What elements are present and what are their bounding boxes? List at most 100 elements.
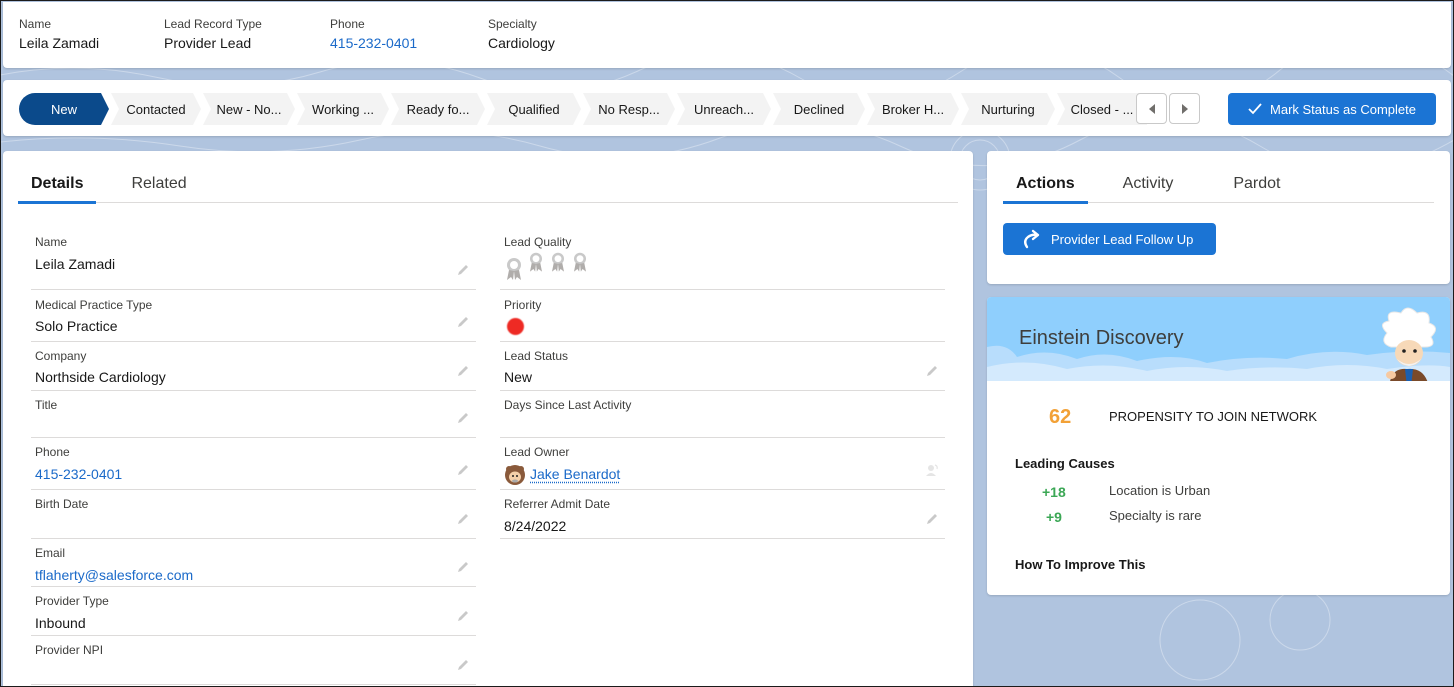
path-stages: New Contacted New - No... Working ... Re…: [19, 93, 1149, 125]
avatar: [505, 465, 525, 485]
pencil-edit-icon[interactable]: [456, 609, 470, 623]
pencil-edit-icon[interactable]: [456, 263, 470, 277]
path-stage-broker[interactable]: Broker H...: [867, 93, 959, 125]
field-value: Leila Zamadi: [35, 256, 116, 272]
path-stage-new[interactable]: New: [19, 93, 109, 125]
highlight-label: Name: [19, 17, 52, 31]
provider-lead-follow-up-button[interactable]: Provider Lead Follow Up: [1003, 223, 1216, 255]
highlight-value: Leila Zamadi: [19, 35, 100, 51]
pencil-edit-icon[interactable]: [456, 315, 470, 329]
einstein-mascot-icon: [1382, 307, 1436, 381]
mark-status-complete-button[interactable]: Mark Status as Complete: [1228, 93, 1436, 125]
field-name: Name Leila Zamadi: [31, 229, 476, 290]
einstein-discovery-panel: Einstein Discovery 62 PROPENSITY TO JOIN…: [987, 297, 1450, 595]
highlight-value: Cardiology: [488, 35, 555, 51]
pencil-edit-icon[interactable]: [456, 364, 470, 378]
path-stage-declined[interactable]: Declined: [773, 93, 865, 125]
field-value: Solo Practice: [35, 318, 118, 334]
pencil-edit-icon[interactable]: [456, 463, 470, 477]
tab-activity[interactable]: Activity: [1110, 165, 1187, 203]
cause-value: +18: [1042, 484, 1066, 500]
path-stage-unreachable[interactable]: Unreach...: [677, 93, 771, 125]
field-label: Provider NPI: [35, 643, 104, 657]
highlight-name: Name Leila Zamadi: [19, 17, 99, 51]
field-label: Lead Owner: [504, 445, 570, 459]
path-previous-button[interactable]: [1136, 93, 1167, 124]
field-days-since-last-activity: Days Since Last Activity: [500, 392, 945, 438]
field-value: New: [504, 369, 533, 385]
field-label: Lead Status: [504, 349, 569, 363]
change-owner-icon[interactable]: [925, 463, 939, 477]
pencil-edit-icon[interactable]: [456, 658, 470, 672]
field-label: Lead Quality: [504, 235, 572, 249]
mark-status-complete-label: Mark Status as Complete: [1270, 101, 1416, 117]
highlight-label: Lead Record Type: [164, 17, 262, 31]
redo-arrow-icon: [1024, 229, 1040, 249]
email-link[interactable]: tflaherty@salesforce.com: [35, 567, 193, 583]
path-stage-new-no[interactable]: New - No...: [203, 93, 295, 125]
award-ribbon-icon: [507, 258, 521, 280]
field-phone: Phone 415-232-0401: [31, 439, 476, 490]
field-label: Priority: [504, 298, 542, 312]
field-lead-owner: Lead Owner Jake Benardot: [500, 439, 945, 490]
field-label: Days Since Last Activity: [504, 398, 632, 412]
propensity-score: 62: [1049, 406, 1072, 428]
field-label: Company: [35, 349, 87, 363]
path-next-button[interactable]: [1169, 93, 1200, 124]
field-label: Title: [35, 398, 58, 412]
field-label: Name: [35, 235, 68, 249]
lead-owner-link[interactable]: Jake Benardot: [530, 466, 620, 482]
path-stage-nurturing[interactable]: Nurturing: [961, 93, 1055, 125]
field-label: Provider Type: [35, 594, 109, 608]
path-stage-ready-for[interactable]: Ready fo...: [391, 93, 485, 125]
pencil-edit-icon[interactable]: [456, 560, 470, 574]
actions-tabs: Actions Activity Pardot: [1003, 165, 1434, 204]
highlight-phone: Phone 415-232-0401: [330, 17, 417, 51]
path-stage-no-response[interactable]: No Resp...: [583, 93, 675, 125]
field-referrer-admit-date: Referrer Admit Date 8/24/2022: [500, 491, 945, 539]
how-to-improve-title: How To Improve This: [1015, 557, 1146, 572]
status-path: New Contacted New - No... Working ... Re…: [3, 80, 1451, 136]
path-stage-working[interactable]: Working ...: [297, 93, 389, 125]
pencil-edit-icon[interactable]: [925, 364, 939, 378]
field-label: Email: [35, 546, 66, 560]
field-company: Company Northside Cardiology: [31, 343, 476, 391]
phone-link[interactable]: 415-232-0401: [35, 466, 122, 482]
tab-related[interactable]: Related: [118, 165, 199, 203]
leading-causes-title: Leading Causes: [1015, 456, 1115, 471]
lead-quality-rating: [504, 251, 590, 284]
caret-left-icon: [1148, 103, 1155, 114]
field-lead-quality: Lead Quality: [500, 229, 945, 290]
highlight-value: Provider Lead: [164, 35, 252, 51]
path-stage-qualified[interactable]: Qualified: [487, 93, 581, 125]
caret-right-icon: [1181, 103, 1188, 114]
record-highlights: Name Leila Zamadi Lead Record Type Provi…: [3, 2, 1451, 68]
phone-link[interactable]: 415-232-0401: [330, 35, 417, 51]
red-dot-icon: [507, 318, 524, 335]
pencil-edit-icon[interactable]: [456, 512, 470, 526]
field-label: Referrer Admit Date: [504, 497, 611, 511]
pencil-edit-icon[interactable]: [925, 512, 939, 526]
checkmark-icon: [1248, 103, 1262, 115]
highlight-record-type: Lead Record Type Provider Lead: [164, 17, 262, 51]
path-stage-closed[interactable]: Closed - ...: [1057, 93, 1147, 125]
details-panel: Details Related Name Leila Zamadi Medica…: [3, 151, 973, 687]
details-tabs: Details Related: [18, 165, 958, 204]
tab-pardot[interactable]: Pardot: [1220, 165, 1293, 203]
award-ribbon-icon: [530, 252, 542, 272]
pencil-edit-icon[interactable]: [456, 411, 470, 425]
highlight-label: Phone: [330, 17, 365, 31]
path-stage-contacted[interactable]: Contacted: [111, 93, 201, 125]
field-title: Title: [31, 392, 476, 438]
tab-actions[interactable]: Actions: [1003, 165, 1088, 204]
highlight-label: Specialty: [488, 17, 537, 31]
cause-value: +9: [1046, 509, 1062, 525]
provider-lead-follow-up-label: Provider Lead Follow Up: [1051, 231, 1194, 247]
field-value: 8/24/2022: [504, 518, 567, 534]
field-provider-type: Provider Type Inbound: [31, 588, 476, 636]
highlight-specialty: Specialty Cardiology: [488, 17, 555, 51]
field-provider-npi: Provider NPI: [31, 637, 476, 685]
tab-details[interactable]: Details: [18, 165, 97, 204]
einstein-header: Einstein Discovery: [987, 297, 1450, 381]
field-label: Birth Date: [35, 497, 89, 511]
